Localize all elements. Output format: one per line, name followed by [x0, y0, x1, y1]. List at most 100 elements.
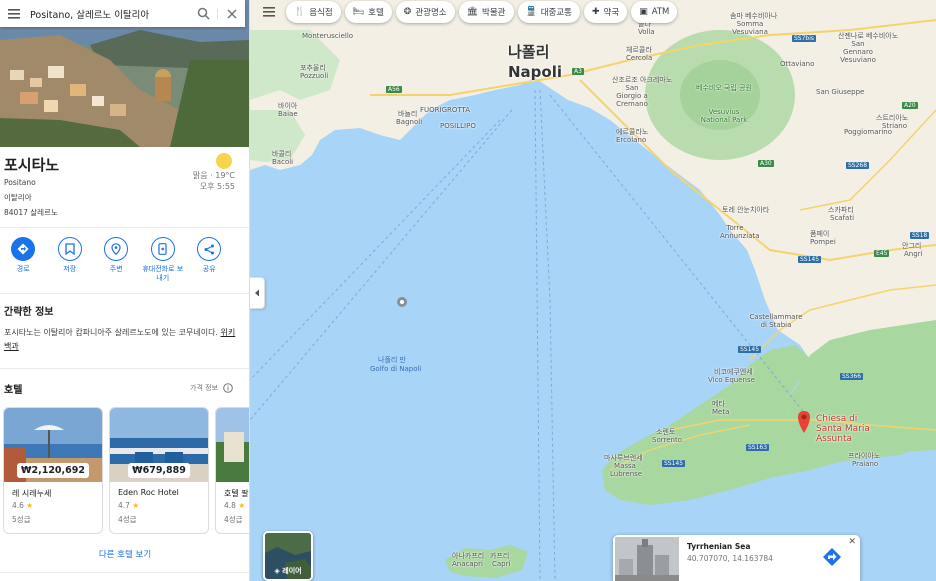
- road-badge-ss366: SS366: [840, 373, 864, 380]
- map-label-castellammare: Castellammare di Stabia: [749, 313, 803, 329]
- map-canvas[interactable]: 나폴리 Napoli 나폴리 만 Golfo di Napoli Monteru…: [250, 0, 936, 581]
- chip-label: 호텔: [368, 8, 384, 18]
- map-label-gulf-ko: 나폴리 만: [378, 356, 406, 364]
- road-badge-ss268: SS268: [846, 162, 870, 169]
- map-label-cercola-ko: 체르콜라: [626, 46, 652, 54]
- rating-value: 4.7: [118, 501, 130, 510]
- map-label-torre-en: Torre Annunziata: [720, 224, 760, 240]
- map-label-praiano-ko: 프라이아노: [848, 452, 881, 460]
- hotel-card[interactable]: ₩679,889 Eden Roc Hotel 4.7 ★ 4성급: [109, 407, 209, 534]
- action-directions[interactable]: 경로: [0, 237, 47, 283]
- restaurant-icon: 🍴: [294, 7, 306, 17]
- directions-button[interactable]: [822, 547, 842, 567]
- action-label: 휴대전화로 보내기: [142, 265, 184, 282]
- map-label-vico-ko: 비코에쿠엔세: [714, 368, 753, 376]
- about-description: 포시타노는 이탈리아 캄파니아주 살레르노도에 있는 코무네이다. 위키백과: [4, 326, 242, 354]
- hotel-price: ₩2,120,692: [17, 463, 89, 478]
- hotel-rating: 4.6 ★: [12, 501, 33, 510]
- hotels-title: 호텔: [4, 385, 23, 396]
- rating-value: 4.6: [12, 501, 24, 510]
- road-badge-ss7bis: SS7bis: [792, 35, 817, 42]
- info-card-title: Tyrrhenian Sea: [687, 542, 751, 551]
- map-label-sangennaro-en: San Gennaro Vesuviano: [840, 40, 876, 64]
- transit-icon: 🚆: [525, 7, 537, 17]
- chip-pharmacy[interactable]: ✚ 약국: [584, 1, 628, 23]
- close-info-card-button[interactable]: ✕: [848, 537, 856, 547]
- about-text: 포시타노는 이탈리아 캄파니아주 살레르노도에 있는 코무네이다.: [4, 328, 218, 337]
- hotel-card[interactable]: 호텔 팔 4.8 ★ 4성급: [215, 407, 249, 534]
- hotel-class: 5성급: [12, 515, 31, 524]
- clear-search-button[interactable]: [217, 8, 245, 19]
- chip-museums[interactable]: 🏛 박물관: [458, 1, 514, 23]
- map-label-meta-ko: 메타: [712, 400, 725, 408]
- about-title: 간략한 정보: [4, 307, 54, 318]
- place-side-panel: 포시타노 Positano 이탈리아 84017 살레르노 맑음 · 19°C …: [0, 0, 250, 581]
- action-share[interactable]: 공유: [186, 237, 233, 283]
- map-label-chiesa[interactable]: Chiesa di Santa Maria Assunta: [816, 414, 886, 444]
- close-icon: ✕: [848, 537, 856, 547]
- more-hotels-link[interactable]: 다른 호텔 보기: [0, 548, 249, 560]
- action-label: 경로: [16, 265, 30, 273]
- map-label-angri-en: Angri: [904, 250, 923, 258]
- map-label-scafati-en: Scafati: [830, 214, 855, 222]
- hotel-class: 4성급: [224, 515, 243, 524]
- divider: [0, 293, 249, 294]
- hotel-rating: 4.7 ★: [118, 501, 139, 510]
- map-label-sorrento-en: Sorrento: [652, 436, 682, 444]
- menu-button-panel[interactable]: [0, 8, 28, 19]
- action-label: 저장: [63, 265, 77, 273]
- menu-button[interactable]: [256, 1, 282, 23]
- send-to-phone-icon: [150, 237, 175, 261]
- chip-hotels[interactable]: 🛏 호텔: [344, 1, 392, 23]
- info-card-coords[interactable]: 40.707070, 14.163784: [687, 554, 773, 563]
- chip-atm[interactable]: ▣ ATM: [631, 1, 678, 23]
- search-button[interactable]: [189, 7, 217, 20]
- pharmacy-icon: ✚: [592, 7, 600, 17]
- search-input[interactable]: [28, 7, 189, 20]
- road-badge-a56: A56: [386, 86, 402, 93]
- map-label-ottaviano: Ottaviano: [780, 60, 815, 68]
- search-icon: [197, 7, 210, 20]
- collapse-panel-button[interactable]: [250, 277, 265, 309]
- layers-button[interactable]: ◈ 레이어: [263, 531, 313, 581]
- map-label-massa-ko: 마사루브렌세: [604, 454, 643, 462]
- hotel-icon: 🛏: [352, 7, 365, 17]
- hotel-card[interactable]: ₩2,120,692 레 시레누세 4.6 ★ 5성급: [3, 407, 103, 534]
- map-label-sangiuseppe: San Giuseppe: [816, 88, 865, 96]
- nearby-icon: [104, 237, 129, 261]
- map-label-baiae-ko: 바이아: [278, 102, 298, 110]
- action-label: 주변: [109, 265, 123, 273]
- hamburger-icon: [8, 8, 20, 19]
- map-label-praiano-en: Praiano: [852, 460, 879, 468]
- map-label-vesuvius-ko: 베수비오 국립 공원: [696, 84, 752, 92]
- chip-attractions[interactable]: ❂ 관광명소: [395, 1, 455, 23]
- hotel-class: 4성급: [118, 515, 137, 524]
- category-chips-bar: 🍴 음식점 🛏 호텔 ❂ 관광명소 🏛 박물관 🚆 대중교통 ✚ 약국 ▣ ATM: [256, 1, 678, 23]
- action-nearby[interactable]: 주변: [93, 237, 140, 283]
- sun-weather-icon: [216, 153, 232, 169]
- rating-value: 4.8: [224, 501, 236, 510]
- location-info-card[interactable]: Tyrrhenian Sea 40.707070, 14.163784 ✕: [613, 535, 860, 581]
- map-label-massa-en: Massa Lubrense: [610, 462, 643, 478]
- road-badge-ss145-a: SS145: [798, 256, 822, 263]
- weather-info: 맑음 · 19°C 오후 5:55: [193, 170, 235, 192]
- map-label-ercolano-ko: 에르콜라노: [616, 128, 649, 136]
- map-label-anacapri-en: Anacapri: [452, 560, 483, 568]
- map-label-vico-en: Vico Equense: [708, 376, 755, 384]
- map-label-napoli-ko: 나폴리: [508, 43, 550, 61]
- action-save[interactable]: 저장: [47, 237, 94, 283]
- price-info-button[interactable]: 가격 정보: [190, 383, 233, 393]
- map-label-posillipo: POSILLIPO: [440, 122, 476, 130]
- map-label-pompei-en: Pompei: [810, 238, 836, 246]
- layers-text: 레이어: [282, 567, 302, 575]
- attraction-icon: ❂: [403, 7, 412, 17]
- map-label-pompei-ko: 폼페이: [810, 230, 830, 238]
- street-view-thumbnail[interactable]: [615, 537, 679, 581]
- action-label: 공유: [202, 265, 216, 273]
- chip-label: ATM: [651, 7, 670, 17]
- action-send-to-phone[interactable]: 휴대전화로 보내기: [140, 237, 187, 283]
- chip-restaurants[interactable]: 🍴 음식점: [286, 1, 341, 23]
- map-label-capri-ko: 카프리: [490, 552, 510, 560]
- map-label-somma-en: Somma Vesuviana: [732, 20, 768, 36]
- chip-transit[interactable]: 🚆 대중교통: [517, 1, 580, 23]
